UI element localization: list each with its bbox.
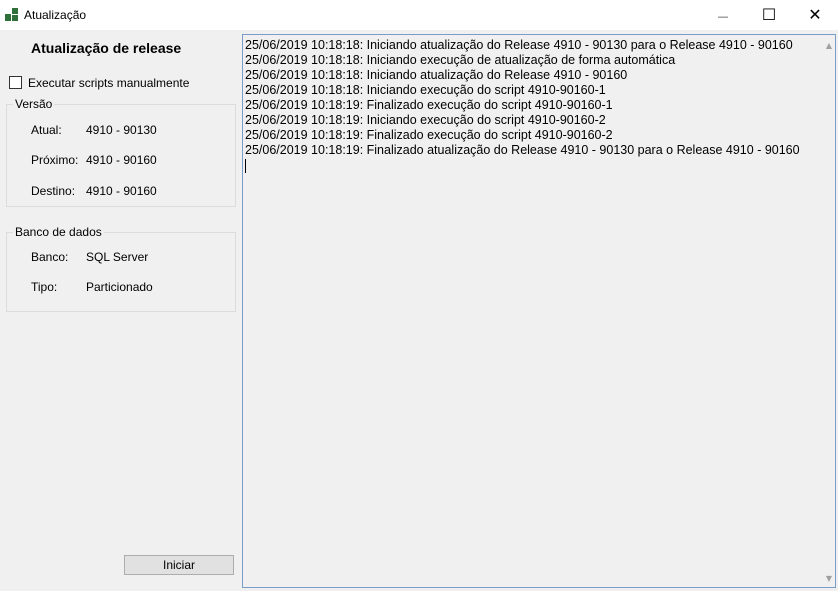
log-line: 25/06/2019 10:18:19: Finalizado atualiza…: [245, 143, 800, 157]
log-line: 25/06/2019 10:18:18: Iniciando atualizaç…: [245, 38, 793, 52]
log-textarea[interactable]: 25/06/2019 10:18:18: Iniciando atualizaç…: [242, 34, 836, 588]
current-version-label: Atual:: [31, 123, 62, 137]
version-group: Versão Atual: 4910 - 90130 Próximo: 4910…: [6, 97, 236, 207]
log-lines: 25/06/2019 10:18:18: Iniciando atualizaç…: [245, 38, 800, 173]
log-line: 25/06/2019 10:18:18: Iniciando execução …: [245, 83, 606, 97]
database-value: SQL Server: [86, 250, 149, 264]
close-button[interactable]: ✕: [792, 0, 838, 30]
start-button[interactable]: Iniciar: [124, 555, 234, 575]
maximize-button[interactable]: ☐: [746, 0, 792, 30]
type-value: Particionado: [86, 280, 153, 294]
log-line: 25/06/2019 10:18:19: Iniciando execução …: [245, 113, 606, 127]
text-caret: [245, 159, 246, 173]
log-line: 25/06/2019 10:18:19: Finalizado execução…: [245, 98, 613, 112]
scroll-down-icon[interactable]: ▼: [826, 574, 832, 583]
next-version-label: Próximo:: [31, 153, 79, 167]
log-line: 25/06/2019 10:18:19: Finalizado execução…: [245, 128, 613, 142]
next-version-value: 4910 - 90160: [86, 153, 157, 167]
close-icon: ✕: [808, 5, 822, 24]
maximize-icon: ☐: [761, 5, 777, 24]
scroll-up-icon[interactable]: ▲: [826, 41, 832, 50]
manual-scripts-label[interactable]: Executar scripts manualmente: [28, 76, 189, 90]
minimize-button[interactable]: —: [700, 0, 746, 30]
version-group-title: Versão: [13, 97, 55, 111]
target-version-label: Destino:: [31, 184, 76, 198]
manual-scripts-checkbox[interactable]: [9, 76, 22, 89]
title-bar: Atualização — ☐ ✕: [0, 0, 838, 30]
minimize-icon: —: [717, 10, 729, 23]
app-icon: [5, 8, 18, 21]
current-version-value: 4910 - 90130: [86, 123, 157, 137]
target-version-value: 4910 - 90160: [86, 184, 157, 198]
type-label: Tipo:: [31, 280, 58, 294]
database-group: Banco de dados Banco: SQL Server Tipo: P…: [6, 225, 236, 312]
log-line: 25/06/2019 10:18:18: Iniciando execução …: [245, 53, 676, 67]
database-label: Banco:: [31, 250, 69, 264]
panel-title: Atualização de release: [31, 40, 182, 56]
log-line: 25/06/2019 10:18:18: Iniciando atualizaç…: [245, 68, 628, 82]
database-group-title: Banco de dados: [13, 225, 104, 239]
window-title: Atualização: [24, 8, 87, 22]
